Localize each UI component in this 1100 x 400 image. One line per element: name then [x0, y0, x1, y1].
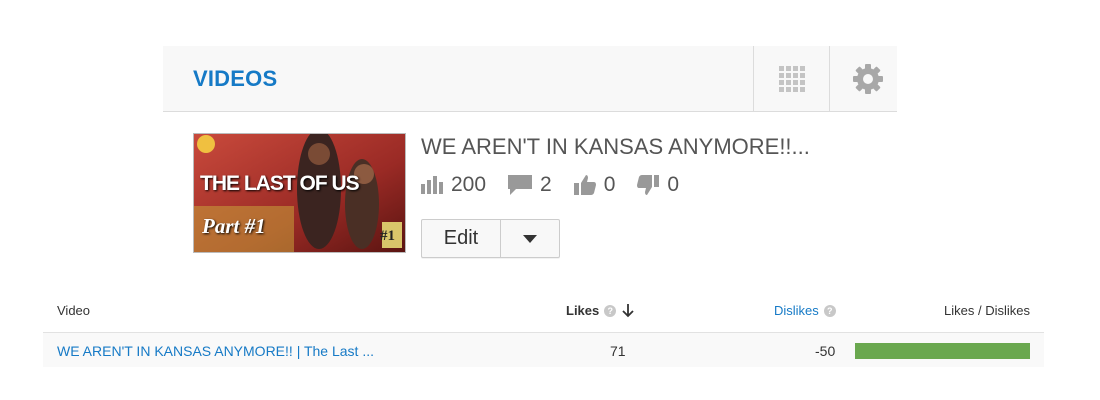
column-label-video: Video	[57, 303, 91, 318]
views-stat: 200	[421, 173, 486, 197]
bar-chart-icon	[421, 176, 443, 194]
comment-icon	[508, 175, 533, 195]
row-video-link[interactable]: WE AREN'T IN KANSAS ANYMORE!! | The Last…	[57, 343, 374, 359]
gear-icon	[852, 63, 883, 94]
settings-button[interactable]	[829, 46, 905, 111]
help-icon[interactable]: ?	[823, 304, 836, 317]
likes-stat: 0	[573, 173, 616, 197]
table-header: Video Likes ? Dislikes ? Likes / Dislike…	[43, 293, 1044, 333]
thumbnail-title-text: THE LAST OF US	[200, 172, 360, 195]
edit-button-group: Edit	[421, 219, 560, 258]
grid-view-button[interactable]	[753, 46, 829, 111]
column-header-likes[interactable]: Likes ?	[566, 303, 634, 318]
thumbs-up-icon	[573, 175, 596, 195]
column-header-dislikes[interactable]: Dislikes ?	[774, 303, 836, 318]
caret-down-icon	[523, 234, 537, 243]
help-icon[interactable]: ?	[604, 304, 617, 317]
edit-button[interactable]: Edit	[421, 219, 501, 258]
thumbs-down-icon	[637, 175, 660, 195]
thumbnail-part-text: Part #1	[202, 214, 266, 238]
likes-count: 0	[603, 173, 616, 196]
card-title: VIDEOS	[193, 66, 278, 91]
videos-card-header: VIDEOS	[163, 46, 897, 112]
column-label-likes: Likes	[566, 303, 600, 318]
row-dislikes-value: -50	[815, 343, 836, 359]
column-label-ratio: Likes / Dislikes	[944, 303, 1030, 318]
table-row: WE AREN'T IN KANSAS ANYMORE!! | The Last…	[43, 333, 1044, 367]
column-label-dislikes: Dislikes	[774, 303, 819, 318]
video-thumbnail[interactable]: THE LAST OF US Part #1 #1	[193, 133, 406, 253]
column-header-ratio: Likes / Dislikes	[944, 303, 1030, 318]
views-count: 200	[451, 173, 487, 196]
comments-stat: 2	[508, 173, 552, 197]
video-stats: 200 2 0 0	[421, 173, 701, 197]
thumbnail-number-text: #1	[380, 228, 395, 244]
row-likes-value: 71	[610, 343, 626, 359]
likes-ratio-fill	[855, 343, 1030, 359]
video-title-link[interactable]: WE AREN'T IN KANSAS ANYMORE!!...	[421, 134, 810, 160]
comments-count: 2	[540, 173, 552, 196]
likes-dislikes-ratio-bar	[855, 343, 1030, 359]
column-header-video[interactable]: Video	[57, 303, 90, 318]
dislikes-count: 0	[667, 173, 680, 196]
edit-dropdown-button[interactable]	[501, 219, 560, 258]
video-likes-table: Video Likes ? Dislikes ? Likes / Dislike…	[43, 293, 1044, 367]
dislikes-stat: 0	[637, 173, 679, 197]
sort-descending-icon[interactable]	[622, 303, 634, 318]
grid-view-icon	[778, 65, 805, 92]
